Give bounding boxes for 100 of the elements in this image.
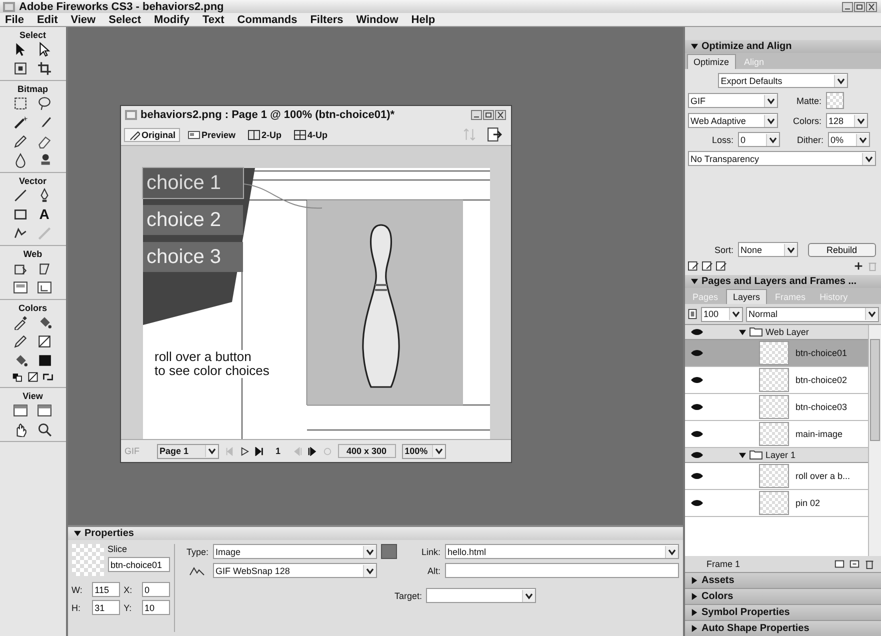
colors-dropdown[interactable]: 128 — [826, 113, 868, 128]
eyedropper-icon[interactable] — [12, 315, 28, 330]
triangle-icon[interactable] — [690, 593, 698, 600]
screen-mode-icon[interactable] — [36, 403, 52, 418]
palette-edit-icon[interactable] — [702, 261, 712, 271]
freeform-icon[interactable] — [12, 226, 28, 241]
layer-name[interactable]: Layer 1 — [766, 450, 796, 460]
add-icon[interactable] — [853, 261, 864, 271]
eye-icon[interactable] — [690, 403, 704, 411]
triangle-icon[interactable] — [690, 609, 698, 616]
menu-item[interactable]: Window — [356, 14, 398, 26]
rebuild-button[interactable]: Rebuild — [808, 242, 876, 256]
menu-item[interactable]: Modify — [154, 14, 190, 26]
panel-header[interactable]: Auto Shape Properties — [684, 620, 881, 636]
alt-field[interactable] — [444, 563, 678, 578]
blend-dropdown[interactable]: Normal — [746, 306, 879, 322]
triangle-icon[interactable] — [738, 328, 746, 336]
x-field[interactable]: 0 — [142, 582, 170, 597]
line-icon[interactable] — [12, 188, 28, 203]
triangle-icon[interactable] — [690, 278, 698, 285]
transparency-dropdown[interactable]: No Transparency — [688, 151, 876, 166]
eye-icon[interactable] — [690, 328, 704, 336]
width-field[interactable]: 115 — [92, 582, 120, 597]
type-dropdown[interactable]: Image — [212, 544, 376, 559]
triangle-icon[interactable] — [74, 530, 80, 537]
zoom-dropdown[interactable]: 100% — [402, 444, 446, 458]
triangle-icon[interactable] — [738, 452, 746, 458]
layer-row[interactable]: roll over a b... — [684, 463, 868, 490]
panel-header[interactable]: Symbol Properties — [684, 604, 881, 620]
eye-icon[interactable] — [690, 430, 704, 438]
panel-header[interactable]: Properties — [68, 527, 682, 540]
palette-dropdown[interactable]: Web Adaptive — [688, 113, 778, 128]
zoom-icon[interactable] — [36, 422, 52, 437]
triangle-icon[interactable] — [690, 43, 698, 50]
height-field[interactable]: 31 — [92, 600, 120, 615]
menu-item[interactable]: Filters — [310, 14, 344, 26]
slice-icon[interactable] — [36, 261, 52, 276]
view-tab[interactable]: Original — [124, 128, 180, 142]
lasso-icon[interactable] — [36, 96, 52, 111]
link-dropdown[interactable]: hello.html — [444, 544, 678, 559]
marquee-icon[interactable] — [12, 96, 28, 111]
color-swatch[interactable] — [380, 544, 396, 559]
menu-item[interactable]: Edit — [36, 14, 58, 26]
eye-icon[interactable] — [690, 451, 704, 459]
next-frame-icon[interactable] — [308, 446, 317, 456]
view-tab[interactable]: 4-Up — [290, 128, 332, 142]
view-tab[interactable]: 2-Up — [244, 128, 286, 142]
layer-row[interactable]: pin 02 — [684, 490, 868, 517]
stroke-swatch[interactable] — [36, 334, 52, 349]
window-controls-icon[interactable] — [470, 110, 506, 120]
export-dropdown[interactable]: GIF WebSnap 128 — [212, 563, 376, 578]
crop-icon[interactable] — [36, 61, 52, 76]
palette-edit-icon[interactable] — [716, 261, 726, 271]
preset-dropdown[interactable]: Export Defaults — [718, 73, 848, 88]
panel-tab[interactable]: Layers — [726, 289, 768, 304]
pencil-icon[interactable] — [12, 334, 28, 349]
screen-mode-icon[interactable] — [12, 403, 28, 418]
eye-icon[interactable] — [690, 376, 704, 384]
no-color-icon[interactable] — [26, 371, 39, 383]
export-icon[interactable] — [486, 127, 502, 142]
panel-header[interactable]: Optimize and Align — [684, 40, 881, 53]
play-icon[interactable] — [240, 446, 248, 456]
sort-dropdown[interactable]: None — [738, 242, 798, 257]
view-tab[interactable]: Preview — [184, 128, 240, 142]
panel-tab[interactable]: Optimize — [686, 54, 736, 69]
dither-dropdown[interactable]: 0% — [828, 132, 870, 147]
panel-header[interactable]: Assets — [684, 572, 881, 588]
scrollbar[interactable] — [868, 325, 881, 556]
new-layer-icon[interactable] — [849, 559, 860, 569]
matte-swatch[interactable] — [826, 92, 844, 109]
text-tool[interactable]: A — [36, 207, 52, 222]
fill-swatch[interactable] — [36, 353, 52, 368]
opacity-dropdown[interactable]: 100 — [700, 306, 742, 322]
default-colors-icon[interactable] — [12, 371, 24, 383]
hollow-pointer-icon[interactable] — [36, 42, 52, 57]
layer-name[interactable]: Web Layer — [766, 327, 809, 337]
y-field[interactable]: 10 — [142, 600, 170, 615]
target-dropdown[interactable] — [426, 588, 536, 603]
drop-icon[interactable] — [12, 153, 28, 168]
menu-item[interactable]: Text — [202, 14, 224, 26]
eye-icon[interactable] — [690, 349, 704, 357]
new-layer-icon[interactable] — [834, 559, 845, 569]
scale-icon[interactable] — [12, 61, 28, 76]
eye-icon[interactable] — [690, 472, 704, 480]
triangle-icon[interactable] — [690, 625, 698, 632]
palette-edit-icon[interactable] — [688, 261, 698, 271]
page-dropdown[interactable]: Page 1 — [156, 444, 218, 458]
loss-dropdown[interactable]: 0 — [738, 132, 780, 147]
eraser-icon[interactable] — [36, 134, 52, 149]
panel-header[interactable]: Colors — [684, 588, 881, 604]
eye-icon[interactable] — [690, 499, 704, 507]
menu-item[interactable]: View — [70, 14, 96, 26]
pencil-icon[interactable] — [12, 134, 28, 149]
layer-row[interactable]: btn-choice01 — [684, 340, 868, 367]
name-field[interactable]: btn-choice01 — [108, 557, 170, 572]
menu-item[interactable]: File — [5, 14, 24, 26]
layer-row[interactable]: btn-choice03 — [684, 394, 868, 421]
menu-item[interactable]: Commands — [237, 14, 298, 26]
layer-row[interactable]: btn-choice02 — [684, 367, 868, 394]
swap-colors-icon[interactable] — [42, 371, 54, 383]
